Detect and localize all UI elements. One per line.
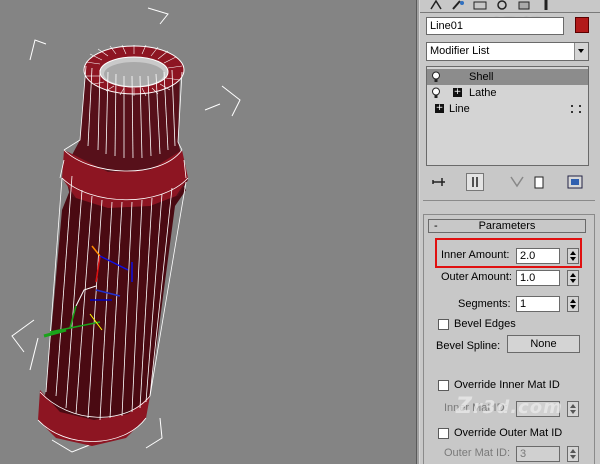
stack-item-shell[interactable]: Shell	[427, 69, 588, 85]
rollout-title: Parameters	[478, 220, 536, 232]
expand-plus-icon[interactable]: +	[453, 88, 462, 97]
modifier-stack-list[interactable]: Shell + Lathe + Line	[426, 66, 589, 166]
override-outer-mat-id-checkbox[interactable]	[438, 428, 449, 439]
override-outer-mat-id-label: Override Outer Mat ID	[454, 427, 563, 439]
override-inner-mat-id-label: Override Inner Mat ID	[454, 379, 560, 391]
motion-tab-icon[interactable]	[494, 0, 510, 10]
stack-item-label: Lathe	[469, 87, 497, 99]
lightbulb-icon[interactable]	[431, 71, 441, 83]
hierarchy-tab-icon[interactable]	[472, 0, 488, 10]
inner-mat-id-spinner-arrows[interactable]	[567, 401, 579, 417]
end-result-icon	[472, 177, 478, 187]
display-tab-icon[interactable]	[516, 0, 532, 10]
outer-mat-id-spinner-arrows[interactable]	[567, 446, 579, 462]
modify-tab-icon[interactable]	[450, 0, 466, 10]
stack-item-lathe[interactable]: + Lathe	[427, 85, 588, 101]
lightbulb-icon[interactable]	[431, 87, 441, 99]
parameters-rollout-header[interactable]: - Parameters	[428, 219, 586, 233]
collapse-minus-icon[interactable]: -	[434, 220, 438, 232]
pin-stack-icon[interactable]	[430, 173, 448, 191]
outer-amount-spinner[interactable]: 1.0	[516, 270, 560, 286]
bevel-edges-label: Bevel Edges	[454, 318, 516, 330]
shell-cylinder-model[interactable]	[0, 0, 416, 464]
outer-amount-label: Outer Amount:	[441, 271, 512, 283]
object-name-field[interactable]: Line01	[426, 17, 564, 35]
sub-object-dots-icon	[571, 105, 581, 113]
stack-item-label: Line	[449, 103, 470, 115]
override-inner-mat-id-checkbox[interactable]	[438, 380, 449, 391]
make-unique-icon[interactable]	[508, 173, 526, 191]
stack-item-label: Shell	[469, 71, 494, 83]
outer-mat-id-label: Outer Mat ID:	[444, 447, 511, 459]
outer-amount-spinner-arrows[interactable]	[567, 270, 579, 286]
command-panel: ◎火星时代 Line01 Modifier List Shell + Lathe…	[420, 0, 600, 464]
segments-spinner[interactable]: 1	[516, 296, 560, 312]
perspective-viewport[interactable]	[0, 0, 416, 464]
spinner-arrows-icon	[570, 273, 576, 283]
configure-modifier-sets-icon[interactable]	[566, 173, 584, 191]
outer-mat-id-spinner[interactable]: 3	[516, 446, 560, 462]
chevron-down-icon[interactable]	[574, 43, 588, 60]
stack-item-line[interactable]: + Line	[427, 101, 588, 117]
utilities-tab-icon[interactable]	[538, 0, 554, 10]
inner-amount-highlight-box	[435, 238, 582, 268]
panel-separator	[423, 200, 595, 201]
segments-label: Segments:	[458, 298, 511, 310]
create-tab-icon[interactable]	[428, 0, 444, 10]
command-panel-tabs	[420, 0, 600, 13]
bevel-spline-label: Bevel Spline:	[436, 340, 501, 352]
bevel-edges-checkbox[interactable]	[438, 319, 449, 330]
modifier-list-dropdown[interactable]: Modifier List	[426, 42, 589, 61]
object-color-swatch[interactable]	[575, 17, 589, 33]
bevel-spline-button[interactable]: None	[507, 335, 580, 353]
spinner-arrows-icon	[570, 404, 576, 414]
spinner-arrows-icon	[570, 449, 576, 459]
spinner-arrows-icon	[570, 299, 576, 309]
stack-toolbar	[426, 170, 589, 196]
expand-plus-icon[interactable]: +	[435, 104, 444, 113]
show-end-result-button[interactable]	[466, 173, 484, 191]
remove-modifier-icon[interactable]	[530, 173, 548, 191]
modifier-list-label: Modifier List	[430, 45, 490, 57]
watermark-logo: Zr3d.com	[456, 394, 563, 419]
segments-spinner-arrows[interactable]	[567, 296, 579, 312]
